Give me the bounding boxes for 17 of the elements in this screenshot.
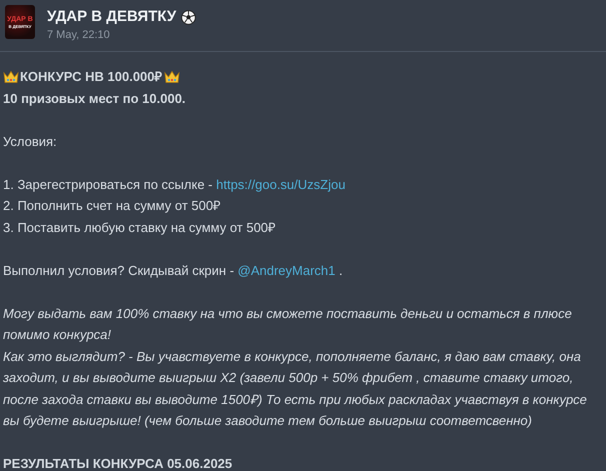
link[interactable]: https://goo.su/UzsZjou [216, 176, 346, 192]
post-date: 7 May, 22:10 [47, 29, 111, 41]
post-text: 10 призовых мест по 10.000. [3, 90, 186, 106]
post-text: Условия: [3, 134, 57, 148]
post-text: Как это выглядит? - Вы учавствуете в конкурсе, пополняете баланс, я даю вам ставку, она заходит, и вы выводите выигрыш X2 (завели 500р + 50% фрибет , ставите ставку итого, после захода ставки вы выводите 1500₽) То есть при любых раскладах учавствуя в конкурсе вы будете выигрыше! (чем больше заводите тем больше выигрыш соответсвенно) [3, 348, 587, 428]
channel-title: УДАР В ДЕВЯТКУ [47, 8, 176, 26]
post-text: Могу выдать вам 100% ставку на что вы сможете поставить деньги и остаться в плюсе помимо конкурса! [3, 306, 572, 342]
soccer-ball-icon [181, 10, 196, 24]
post-text: 1. Зарегестрироваться по ссылке - https://goo.su/UzsZjou [3, 176, 346, 192]
post-text: Выполнил условия? Скидывай скрин - @AndreyMarch1 . [3, 262, 343, 278]
post-heading: КОНКУРС НВ 100.000₽ [20, 68, 163, 86]
post-text: 2. Пополнить счет на сумму от 500₽ [3, 198, 222, 213]
post-text: 3. Поставить любую ставку на сумму от 500₽ [3, 220, 276, 234]
crown-icon [3, 70, 19, 84]
link[interactable]: @AndreyMarch1 [238, 262, 336, 278]
crown-icon [164, 70, 180, 84]
post-text: РЕЗУЛЬТАТЫ КОНКУРСА 05.06.2025 [3, 456, 232, 471]
